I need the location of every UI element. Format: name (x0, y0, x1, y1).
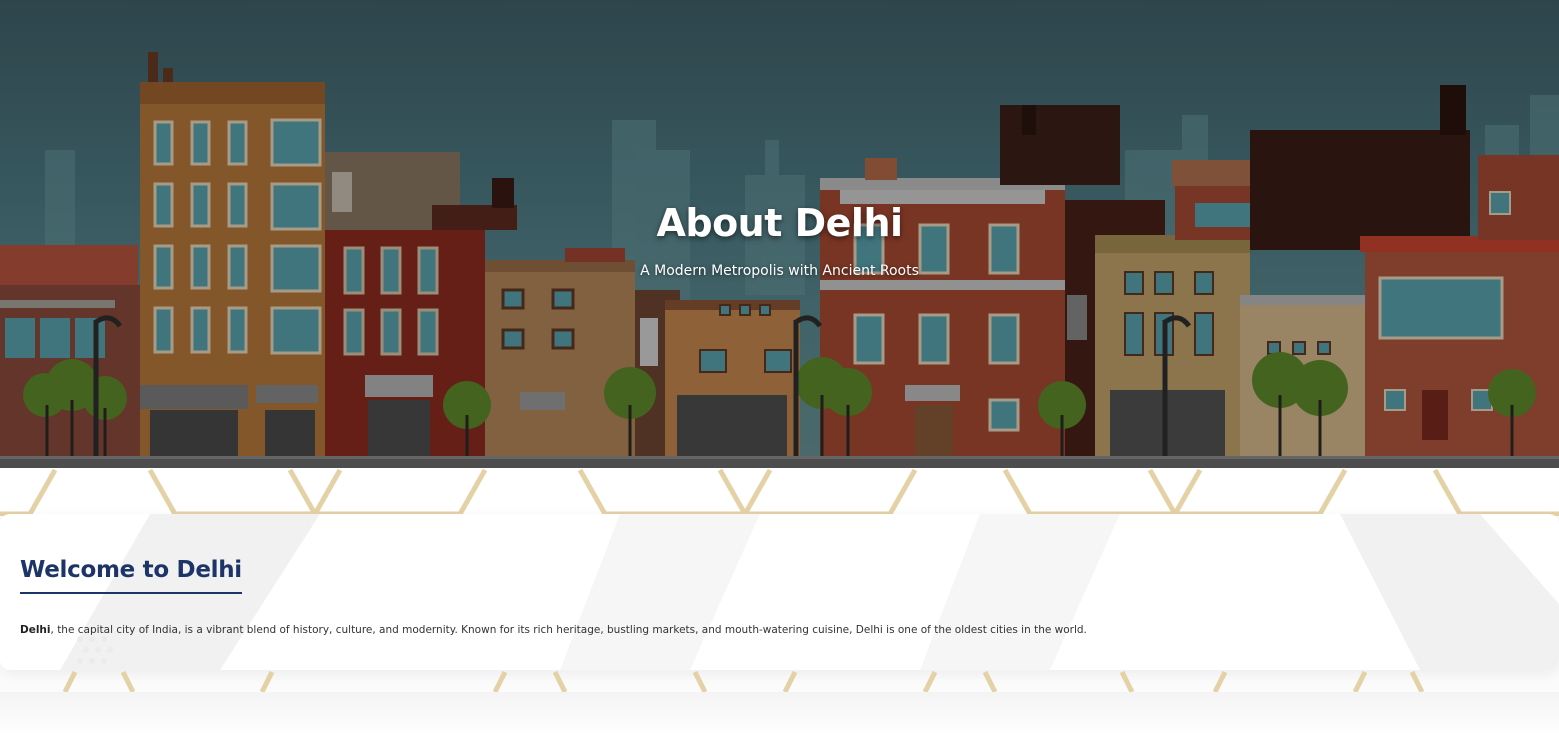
welcome-card: Welcome to Delhi Delhi, the capital city… (0, 514, 1559, 670)
hero-banner: About Delhi A Modern Metropolis with Anc… (0, 0, 1559, 468)
hex-pattern (0, 468, 1559, 517)
hex-pattern-lower (62, 670, 1425, 694)
next-section-start (0, 692, 1559, 738)
page-subtitle: A Modern Metropolis with Ancient Roots (640, 263, 919, 279)
hex-pattern-band (0, 468, 1559, 517)
intro-paragraph: Delhi, the capital city of India, is a v… (20, 621, 1087, 639)
hex-pattern-band-lower (0, 670, 1559, 694)
intro-lead-bold: Delhi (20, 624, 51, 636)
section-heading: Welcome to Delhi (20, 554, 242, 594)
hero-text-block: About Delhi A Modern Metropolis with Anc… (0, 196, 1559, 282)
page: About Delhi A Modern Metropolis with Anc… (0, 0, 1559, 738)
intro-body: , the capital city of India, is a vibran… (50, 624, 1087, 636)
page-title: About Delhi (656, 201, 903, 245)
